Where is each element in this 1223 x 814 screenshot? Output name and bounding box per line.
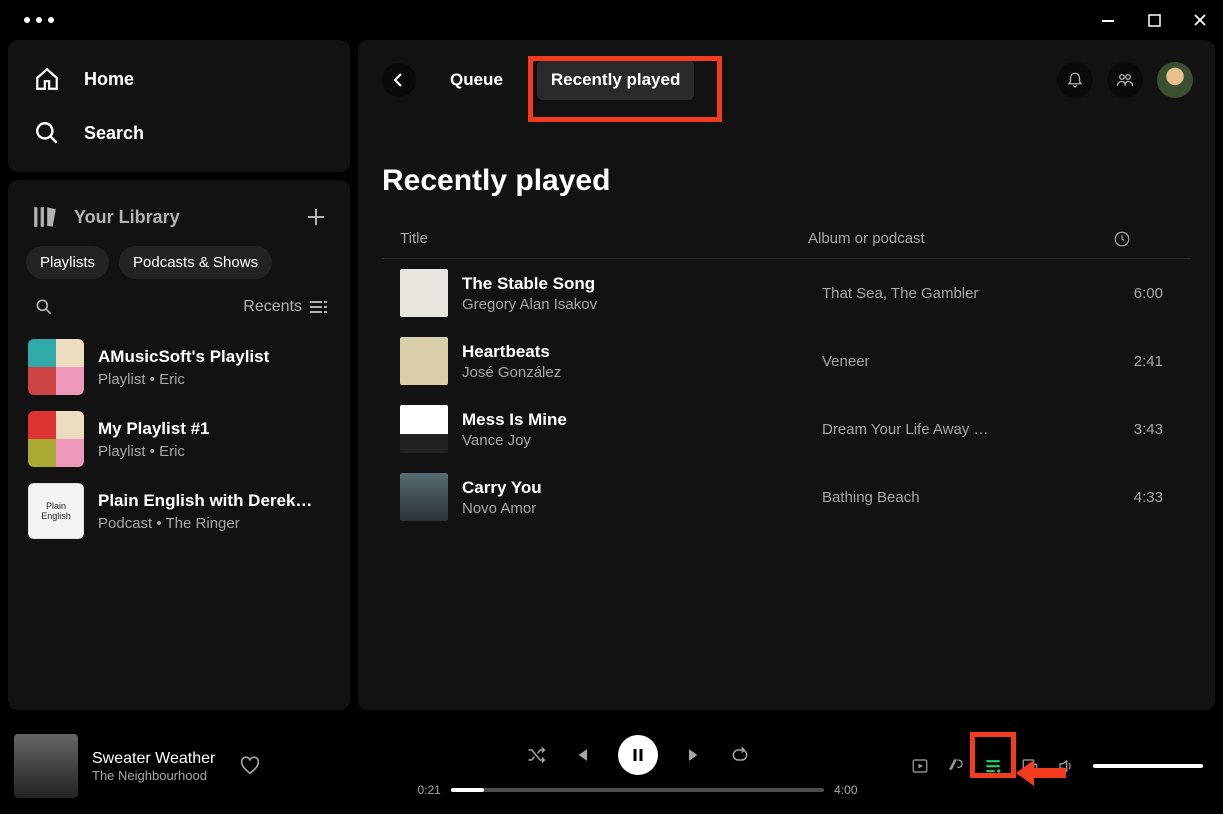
track-art xyxy=(400,405,448,453)
sidebar: Home Search Your Library xyxy=(8,40,350,710)
track-row[interactable]: The Stable Song Gregory Alan Isakov That… xyxy=(382,259,1191,327)
sort-recents-button[interactable]: Recents xyxy=(243,298,328,316)
track-album: Dream Your Life Away … xyxy=(822,421,1099,438)
playlist-art xyxy=(28,339,84,395)
sort-label: Recents xyxy=(243,298,302,316)
table-header: Title Album or podcast xyxy=(382,208,1191,259)
now-playing-artist[interactable]: The Neighbourhood xyxy=(92,768,215,783)
lyrics-button[interactable] xyxy=(947,757,965,775)
progress-bar[interactable] xyxy=(451,788,824,792)
now-playing-title[interactable]: Sweater Weather xyxy=(92,750,215,768)
library-item-sub: Playlist • Eric xyxy=(98,371,269,388)
library-header[interactable]: Your Library xyxy=(32,204,180,230)
library-item-title: AMusicSoft's Playlist xyxy=(98,347,269,367)
track-duration: 4:33 xyxy=(1113,489,1173,506)
track-artist: Novo Amor xyxy=(462,500,808,517)
volume-slider[interactable] xyxy=(1093,764,1203,768)
window-controls xyxy=(1099,11,1209,29)
track-album: That Sea, The Gambler xyxy=(822,285,1099,302)
track-row[interactable]: Carry You Novo Amor Bathing Beach 4:33 xyxy=(382,463,1191,531)
track-title: Mess Is Mine xyxy=(462,410,808,430)
nav-card: Home Search xyxy=(8,40,350,172)
home-icon xyxy=(34,66,60,92)
add-playlist-button[interactable] xyxy=(306,207,326,227)
library-item[interactable]: Plain English Plain English with Derek… … xyxy=(18,475,340,547)
track-album: Bathing Beach xyxy=(822,489,1099,506)
play-pause-button[interactable] xyxy=(618,735,658,775)
now-playing-art[interactable] xyxy=(14,734,78,798)
library-item-sub: Podcast • The Ringer xyxy=(98,515,312,532)
track-art xyxy=(400,337,448,385)
total-time: 4:00 xyxy=(834,783,857,797)
annotation-arrow xyxy=(1016,760,1066,786)
pause-icon xyxy=(629,746,647,764)
track-artist: Gregory Alan Isakov xyxy=(462,296,808,313)
track-art xyxy=(400,473,448,521)
library-icon xyxy=(32,204,58,230)
track-row[interactable]: Heartbeats José González Veneer 2:41 xyxy=(382,327,1191,395)
library-item-title: My Playlist #1 xyxy=(98,419,210,439)
track-album: Veneer xyxy=(822,353,1099,370)
search-icon xyxy=(34,120,60,146)
library-card: Your Library Playlists Podcasts & Shows … xyxy=(8,180,350,710)
list-icon xyxy=(310,299,328,315)
library-label: Your Library xyxy=(74,207,180,228)
nav-home-label: Home xyxy=(84,69,134,90)
library-item[interactable]: My Playlist #1 Playlist • Eric xyxy=(18,403,340,475)
nav-search[interactable]: Search xyxy=(8,106,350,160)
clock-icon xyxy=(1113,230,1131,248)
titlebar xyxy=(0,0,1223,40)
elapsed-time: 0:21 xyxy=(418,783,441,797)
notifications-button[interactable] xyxy=(1057,62,1093,98)
minimize-button[interactable] xyxy=(1099,11,1117,29)
track-art xyxy=(400,269,448,317)
annotation-highlight-queue-button xyxy=(970,732,1016,778)
page-title: Recently played xyxy=(382,164,1191,198)
nav-search-label: Search xyxy=(84,123,144,144)
progress-fill xyxy=(451,788,485,792)
track-title: The Stable Song xyxy=(462,274,808,294)
chip-podcasts[interactable]: Podcasts & Shows xyxy=(119,246,272,279)
track-duration: 2:41 xyxy=(1113,353,1173,370)
like-button[interactable] xyxy=(239,755,261,777)
track-artist: José González xyxy=(462,364,808,381)
user-avatar[interactable] xyxy=(1157,62,1193,98)
podcast-art: Plain English xyxy=(28,483,84,539)
close-button[interactable] xyxy=(1191,11,1209,29)
repeat-button[interactable] xyxy=(730,745,750,765)
column-album: Album or podcast xyxy=(808,230,1113,248)
annotation-highlight-tab xyxy=(528,56,722,122)
library-item-title: Plain English with Derek… xyxy=(98,491,312,511)
track-duration: 3:43 xyxy=(1113,421,1173,438)
maximize-button[interactable] xyxy=(1145,11,1163,29)
track-artist: Vance Joy xyxy=(462,432,808,449)
shuffle-button[interactable] xyxy=(526,745,546,765)
main-content: Queue Recently played Recently played Ti… xyxy=(358,40,1215,710)
track-duration: 6:00 xyxy=(1113,285,1173,302)
library-search-button[interactable] xyxy=(34,297,54,317)
library-item[interactable]: AMusicSoft's Playlist Playlist • Eric xyxy=(18,331,340,403)
track-title: Carry You xyxy=(462,478,808,498)
previous-button[interactable] xyxy=(572,745,592,765)
tab-queue[interactable]: Queue xyxy=(436,60,517,100)
column-title: Title xyxy=(400,230,808,248)
playlist-art xyxy=(28,411,84,467)
track-title: Heartbeats xyxy=(462,342,808,362)
track-row[interactable]: Mess Is Mine Vance Joy Dream Your Life A… xyxy=(382,395,1191,463)
app-menu-dots[interactable] xyxy=(14,17,54,23)
people-icon xyxy=(1116,71,1134,89)
library-item-sub: Playlist • Eric xyxy=(98,443,210,460)
bell-icon xyxy=(1066,71,1084,89)
back-button[interactable] xyxy=(382,63,416,97)
friends-button[interactable] xyxy=(1107,62,1143,98)
chip-playlists[interactable]: Playlists xyxy=(26,246,109,279)
now-playing-view-button[interactable] xyxy=(911,757,929,775)
column-duration xyxy=(1113,230,1173,248)
next-button[interactable] xyxy=(684,745,704,765)
nav-home[interactable]: Home xyxy=(8,52,350,106)
